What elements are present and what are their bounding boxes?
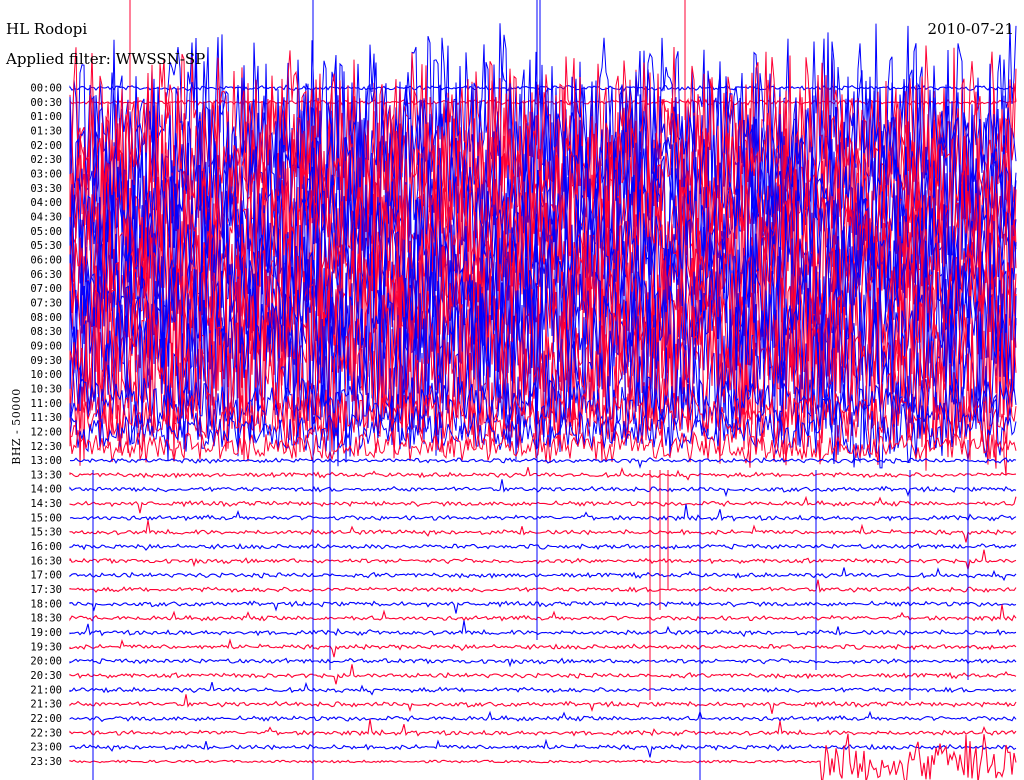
trace-1900 bbox=[69, 620, 1017, 638]
trace-2100 bbox=[69, 681, 1016, 696]
row-time-label: 08:30 bbox=[30, 326, 62, 338]
row-time-label: 10:30 bbox=[30, 383, 62, 395]
row-time-label: 21:00 bbox=[30, 684, 62, 696]
row-time-label: 23:00 bbox=[30, 742, 62, 754]
trace-1530 bbox=[69, 520, 1017, 543]
row-time-label: 07:30 bbox=[30, 297, 62, 309]
row-time-label: 15:30 bbox=[30, 527, 62, 539]
trace-1430 bbox=[69, 495, 1017, 514]
trace-2200 bbox=[69, 709, 1017, 723]
row-time-label: 05:30 bbox=[30, 240, 62, 252]
row-time-label: 09:00 bbox=[30, 340, 62, 352]
row-time-label: 21:30 bbox=[30, 699, 62, 711]
trace-2230 bbox=[69, 718, 1017, 737]
helicorder-plot: 00:00 00:30 01:00 01:30 02:00 02:30 03:00 03:30… bbox=[30, 0, 1017, 780]
row-time-label: 12:00 bbox=[30, 426, 62, 438]
trace-1700 bbox=[69, 567, 1017, 582]
row-time-label: 09:30 bbox=[30, 355, 62, 367]
row-time-label: 10:00 bbox=[30, 369, 62, 381]
row-time-label: 17:30 bbox=[30, 584, 62, 596]
row-time-label: 08:00 bbox=[30, 312, 62, 324]
filter-label: Applied filter: WWSSN-SP bbox=[6, 50, 206, 68]
trace-2030 bbox=[69, 664, 1017, 685]
trace-1600 bbox=[69, 543, 1017, 551]
row-time-label: 02:00 bbox=[30, 140, 62, 152]
row-time-label: 12:30 bbox=[30, 441, 62, 453]
row-time-label: 05:00 bbox=[30, 226, 62, 238]
channel-axis-label: BHZ - 50000 bbox=[9, 388, 23, 465]
row-time-label: 11:30 bbox=[30, 412, 62, 424]
row-time-label: 03:00 bbox=[30, 169, 62, 181]
date-label: 2010-07-21 bbox=[927, 20, 1014, 38]
row-time-label: 20:30 bbox=[30, 670, 62, 682]
row-time-label: 22:30 bbox=[30, 727, 62, 739]
trace-1800 bbox=[69, 600, 1017, 614]
trace-1630 bbox=[69, 549, 1017, 570]
row-time-label: 13:00 bbox=[30, 455, 62, 467]
row-time-label: 19:00 bbox=[30, 627, 62, 639]
trace-1500 bbox=[69, 504, 1017, 522]
trace-2000 bbox=[69, 657, 1017, 668]
trace-1830 bbox=[69, 604, 1017, 622]
trace-1300 bbox=[69, 456, 1017, 469]
row-time-label: 06:30 bbox=[30, 269, 62, 281]
row-time-label: 18:00 bbox=[30, 598, 62, 610]
row-time-label: 02:30 bbox=[30, 154, 62, 166]
trace-2330 bbox=[69, 733, 1017, 780]
row-time-label: 03:30 bbox=[30, 183, 62, 195]
row-time-label: 17:00 bbox=[30, 570, 62, 582]
row-time-label: 20:00 bbox=[30, 656, 62, 668]
station-title: HL Rodopi bbox=[6, 20, 88, 38]
row-time-label: 14:00 bbox=[30, 484, 62, 496]
trace-1400 bbox=[69, 479, 1017, 498]
row-time-label: 00:30 bbox=[30, 97, 62, 109]
row-time-label: 04:00 bbox=[30, 197, 62, 209]
row-time-label: 04:30 bbox=[30, 212, 62, 224]
trace-2300 bbox=[69, 738, 1017, 758]
row-time-label: 18:30 bbox=[30, 613, 62, 625]
row-time-label: 01:00 bbox=[30, 111, 62, 123]
trace-1930 bbox=[69, 638, 1017, 658]
row-time-label: 11:00 bbox=[30, 398, 62, 410]
row-time-label: 19:30 bbox=[30, 641, 62, 653]
row-time-label: 22:00 bbox=[30, 713, 62, 725]
trace-2130 bbox=[69, 694, 1017, 714]
trace-1330 bbox=[69, 466, 1017, 481]
trace-1730 bbox=[69, 579, 1017, 593]
row-time-label: 14:30 bbox=[30, 498, 62, 510]
row-time-label: 23:30 bbox=[30, 756, 62, 768]
row-time-label: 15:00 bbox=[30, 512, 62, 524]
row-time-label: 00:00 bbox=[30, 83, 62, 95]
row-time-label: 16:30 bbox=[30, 555, 62, 567]
trace-0000 bbox=[69, 84, 1017, 92]
row-time-label: 16:00 bbox=[30, 541, 62, 553]
row-time-label: 13:30 bbox=[30, 469, 62, 481]
row-time-label: 07:00 bbox=[30, 283, 62, 295]
row-time-label: 01:30 bbox=[30, 126, 62, 138]
row-time-label: 06:00 bbox=[30, 255, 62, 267]
